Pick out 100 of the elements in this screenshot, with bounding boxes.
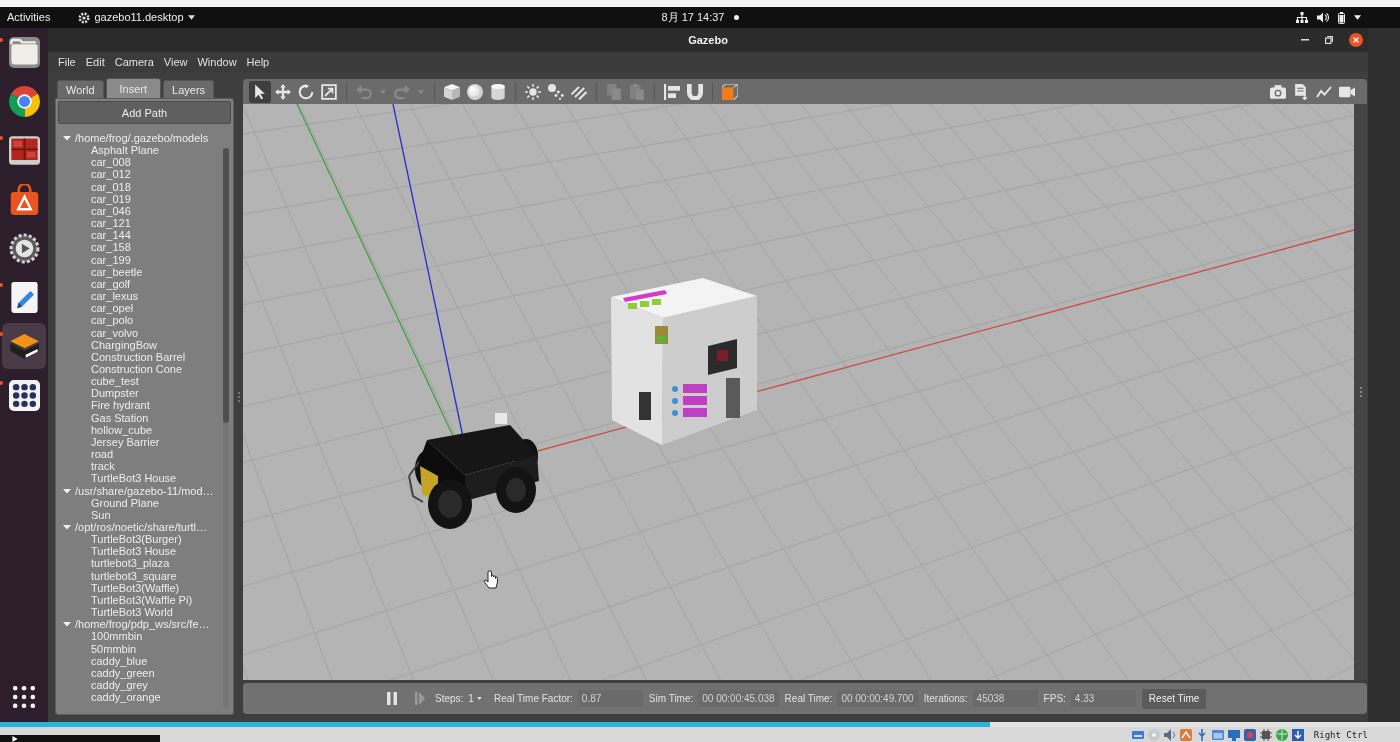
tree-item[interactable]: Jersey Barrier <box>56 435 160 449</box>
tree-item[interactable]: road <box>56 448 114 461</box>
tree-item[interactable]: Construction Cone <box>56 362 183 376</box>
add-path-button[interactable]: Add Path <box>58 101 231 124</box>
speaker-icon <box>1163 728 1176 741</box>
app-menu-button[interactable]: gazebo11.desktop <box>78 7 195 28</box>
spotlight-icon <box>548 83 564 100</box>
steps-dropdown[interactable]: 1 <box>468 693 482 704</box>
menu-item[interactable]: View <box>158 53 193 71</box>
panel-tab[interactable]: World <box>57 80 104 98</box>
tree-item[interactable]: car_008 <box>56 156 131 169</box>
clock-button[interactable]: 8月 17 14:37 <box>661 7 739 28</box>
directional-light-icon <box>571 83 587 100</box>
folder-icon <box>8 36 40 68</box>
tree-item[interactable]: TurtleBot3(Burger) <box>56 533 182 546</box>
step-icon <box>415 692 425 705</box>
globe-icon <box>1275 728 1288 741</box>
stat-value-field: 00 00:00:45.038 <box>698 690 779 707</box>
tree-item[interactable]: turtlebot3_plaza <box>56 557 170 570</box>
tree-item[interactable]: car_019 <box>56 192 131 205</box>
tree-folder-item[interactable]: /opt/ros/noetic/share/turtl… <box>56 521 208 534</box>
play-icon[interactable] <box>12 736 18 742</box>
splitter-handle-icon[interactable] <box>237 392 240 402</box>
tree-item[interactable]: caddy_blue <box>56 654 148 667</box>
dot-grid-icon <box>8 379 40 411</box>
tree-item[interactable]: caddy_grey <box>56 679 148 692</box>
box-icon <box>444 83 460 100</box>
tree-item[interactable]: car_lexus <box>56 290 139 303</box>
tree-item[interactable]: car_polo <box>56 314 134 327</box>
tree-folder-item[interactable]: /home/frog/.gazebo/models <box>56 132 209 145</box>
tree-item[interactable]: cube_test <box>56 375 139 388</box>
cube-model[interactable] <box>611 278 757 445</box>
apps-grid-icon <box>13 686 35 708</box>
tree-item[interactable]: car_144 <box>56 229 131 242</box>
splitter-handle-icon[interactable] <box>1359 387 1362 397</box>
tree-item[interactable]: car_121 <box>56 217 131 230</box>
robot-model[interactable] <box>408 413 539 529</box>
scale-icon <box>321 83 337 100</box>
tree-item[interactable]: car_199 <box>56 253 131 266</box>
tree-item[interactable]: 100mmbin <box>56 630 143 643</box>
tree-item[interactable]: turtlebot3_square <box>56 569 177 582</box>
tree-item[interactable]: Construction Barrel <box>56 350 186 363</box>
tree-item[interactable]: TurtleBot3 World <box>56 606 173 619</box>
steps-label: Steps: <box>435 693 464 704</box>
window-grid-icon <box>8 134 40 166</box>
tree-item[interactable]: Sun <box>56 508 111 521</box>
tree-item[interactable]: track <box>56 460 115 473</box>
tree-item[interactable]: car_volvo <box>56 326 139 339</box>
host-key-label: Right Ctrl <box>1313 729 1368 740</box>
tree-item[interactable]: hollow_cube <box>56 423 153 436</box>
tree-item[interactable]: TurtleBot3(Waffle) <box>56 581 180 594</box>
close-button[interactable] <box>1349 33 1363 47</box>
fork-arrow-icon <box>1195 728 1208 741</box>
tree-item[interactable]: car_012 <box>56 168 131 181</box>
scrollbar-thumb[interactable] <box>223 148 229 423</box>
select-tool-button[interactable] <box>249 80 271 103</box>
tree-item[interactable]: Asphalt Plane <box>56 144 159 157</box>
pause-icon <box>387 692 397 705</box>
tree-item[interactable]: TurtleBot3 House <box>56 472 177 485</box>
menu-item[interactable]: Help <box>241 53 275 71</box>
app-launcher[interactable] <box>2 323 46 369</box>
volume-icon <box>1317 12 1329 23</box>
copy-icon <box>606 83 622 100</box>
cylinder-icon <box>490 83 506 100</box>
tree-folder-item[interactable]: /home/frog/pdp_ws/src/fe… <box>56 618 210 631</box>
cube-view-icon <box>722 83 738 100</box>
tree-item[interactable]: car_golf <box>56 277 131 291</box>
tree-item[interactable]: TurtleBot3(Waffle Pi) <box>56 593 193 607</box>
tree-item[interactable]: car_opel <box>56 302 134 315</box>
tree-item[interactable]: car_158 <box>56 241 131 254</box>
panel-tab[interactable]: Layers <box>163 80 215 98</box>
tree-item[interactable]: car_046 <box>56 204 131 218</box>
menu-item[interactable]: Window <box>192 53 242 71</box>
activities-button[interactable]: Activities <box>1 7 57 28</box>
menu-item[interactable]: Camera <box>109 53 159 71</box>
record-dot-icon <box>1243 728 1256 741</box>
system-menu-button[interactable] <box>1296 11 1361 24</box>
video-progress-track[interactable] <box>0 722 1400 727</box>
caret-icon <box>476 697 482 700</box>
monitor-icon <box>1227 728 1240 741</box>
tree-folder-item[interactable]: /usr/share/gazebo-11/mod… <box>56 484 214 497</box>
tree-item[interactable]: caddy_green <box>56 666 155 680</box>
panel-tab[interactable]: Insert <box>105 78 162 98</box>
reset-time-button[interactable]: Reset Time <box>1141 688 1207 709</box>
tree-item[interactable]: caddy_orange <box>56 691 161 704</box>
tree-item[interactable]: Fire hydrant <box>56 399 150 412</box>
tree-item[interactable]: Gas Station <box>56 411 149 424</box>
tree-item[interactable]: 50mmbin <box>56 642 137 655</box>
tree-item[interactable]: TurtleBot3 House <box>56 545 177 558</box>
tree-item[interactable]: Ground Plane <box>56 496 159 509</box>
network-icon <box>1296 12 1308 23</box>
tree-item[interactable]: car_018 <box>56 180 131 193</box>
move-arrows-icon <box>275 83 291 100</box>
stat-value-field: 0.87 <box>577 690 643 707</box>
tree-item[interactable]: car_beetle <box>56 265 143 278</box>
tree-item[interactable]: Dumpster <box>56 387 139 400</box>
pause-button[interactable] <box>385 690 399 707</box>
menu-item[interactable]: File <box>53 53 81 71</box>
tree-item[interactable]: ChargingBow <box>56 338 158 351</box>
menu-item[interactable]: Edit <box>80 53 110 71</box>
